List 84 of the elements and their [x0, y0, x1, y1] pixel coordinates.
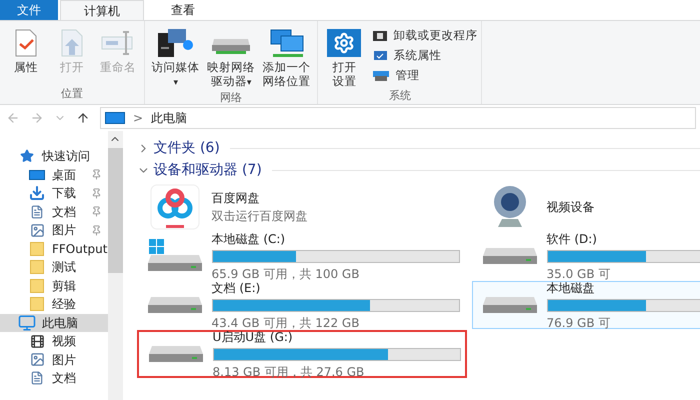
- monitor-check-icon: [372, 50, 388, 62]
- drive-name: 文档 (E:): [212, 280, 262, 296]
- breadcrumb[interactable]: 此电脑: [151, 109, 188, 127]
- box-icon: [372, 30, 388, 42]
- breadcrumb-separator: >: [133, 110, 144, 127]
- computer-icon: [105, 112, 125, 124]
- ribbon-button[interactable]: 属性: [4, 27, 48, 86]
- ribbon-small-button[interactable]: 管理: [372, 67, 478, 84]
- nav-item[interactable]: 剪辑: [0, 276, 108, 295]
- nav-item[interactable]: 测试: [0, 258, 108, 276]
- ribbon-small-button[interactable]: 系统属性: [372, 47, 478, 64]
- nav-item[interactable]: 此电脑: [0, 314, 108, 332]
- nav-item[interactable]: 下载: [0, 184, 108, 202]
- free-space: 8.13 GB 可用，共 27.6 GB: [212, 364, 366, 380]
- group-label: 网络: [219, 90, 244, 104]
- group-header[interactable]: 文件夹 (6): [154, 138, 220, 158]
- nav-item[interactable]: 视频: [0, 332, 108, 350]
- free-space: 35.0 GB 可: [546, 266, 612, 282]
- pin-icon[interactable]: [90, 206, 102, 218]
- folder-icon: [30, 278, 44, 293]
- checked-page-icon: [13, 29, 39, 57]
- download-icon: [29, 185, 45, 202]
- drive-tile[interactable]: 软件 (D:) 35.0 GB 可: [472, 232, 700, 280]
- rename-field-icon: [101, 29, 135, 57]
- drive-name: 本地磁盘: [546, 280, 596, 296]
- app-subtitle: 双击运行百度网盘: [212, 208, 308, 225]
- ribbon-tab[interactable]: 文件: [0, 0, 58, 20]
- ribbon-small-button[interactable]: 卸载或更改程序: [372, 27, 478, 44]
- page-arrow-icon: [59, 29, 85, 57]
- device-name: 视频设备: [546, 199, 594, 216]
- drive-tile[interactable]: 百度网盘 双击运行百度网盘: [136, 183, 466, 231]
- drive-tile[interactable]: U启动U盘 (G:) 8.13 GB 可用，共 27.6 GB: [136, 330, 466, 378]
- drive-name: 本地磁盘 (C:): [212, 230, 286, 248]
- folder-icon: [30, 242, 44, 256]
- nav-item[interactable]: 文档: [0, 202, 108, 221]
- document-icon: [30, 204, 44, 219]
- nav-item[interactable]: FFOutput: [0, 240, 108, 258]
- desktop-icon: [29, 170, 45, 180]
- pin-icon[interactable]: [90, 188, 102, 199]
- pin-icon[interactable]: [90, 169, 102, 180]
- media-server-icon: [156, 27, 196, 59]
- nav-item[interactable]: 图片: [0, 350, 108, 369]
- ribbon-button[interactable]: 打开设置: [322, 27, 366, 88]
- scroll-thumb[interactable]: [108, 148, 122, 273]
- nav-item[interactable]: 经验: [0, 295, 108, 314]
- film-icon: [30, 334, 44, 349]
- settings-icon: [327, 29, 362, 57]
- drive-tile[interactable]: 视频设备: [472, 183, 700, 231]
- document-icon: [30, 371, 44, 386]
- folder-icon: [30, 297, 44, 312]
- drive-name: U启动U盘 (G:): [212, 329, 294, 346]
- cloud-app-icon: [150, 184, 200, 230]
- drive-tile[interactable]: 文档 (E:) 43.4 GB 可用，共 122 GB: [136, 281, 466, 329]
- ribbon-button[interactable]: 添加一个网络位置: [260, 27, 314, 90]
- group-label: 系统: [388, 88, 412, 104]
- ribbon-button[interactable]: 访问媒体 ▾: [149, 27, 202, 90]
- picture-icon: [30, 352, 44, 368]
- ribbon-tab[interactable]: 查看: [148, 0, 218, 20]
- free-space: 43.4 GB 可用，共 122 GB: [212, 314, 360, 331]
- nav-item[interactable]: 文档: [0, 369, 108, 388]
- back-icon[interactable]: [6, 111, 20, 125]
- ribbon-tab[interactable]: 计算机: [60, 0, 144, 20]
- computer-icon: [18, 314, 36, 332]
- address-field[interactable]: > 此电脑: [100, 107, 696, 129]
- drive-tile[interactable]: 本地磁盘 (C:) 65.9 GB 可用，共 100 GB: [136, 232, 466, 280]
- nav-item[interactable]: 图片: [0, 221, 108, 240]
- forward-icon[interactable]: [30, 111, 44, 125]
- picture-icon: [30, 222, 44, 238]
- group-label: 位置: [60, 86, 84, 102]
- nav-item[interactable]: 快速访问: [0, 147, 108, 166]
- star-icon: [20, 149, 34, 164]
- nav-item[interactable]: 桌面: [0, 166, 108, 184]
- scrollbar[interactable]: [108, 131, 122, 400]
- folder-icon: [30, 260, 44, 274]
- group-header[interactable]: 设备和驱动器 (7): [154, 160, 262, 180]
- computer-manage-icon: [372, 70, 390, 82]
- ribbon-button[interactable]: 映射网络驱动器▾: [204, 27, 258, 90]
- app-name: 百度网盘: [212, 190, 260, 207]
- free-space: 76.9 GB 可: [546, 314, 612, 332]
- drive-name: 软件 (D:): [546, 230, 598, 248]
- free-space: 65.9 GB 可用，共 100 GB: [212, 266, 360, 282]
- pin-icon[interactable]: [90, 224, 102, 236]
- drive-tile[interactable]: 本地磁盘 76.9 GB 可: [472, 281, 700, 329]
- up-icon[interactable]: [76, 111, 90, 125]
